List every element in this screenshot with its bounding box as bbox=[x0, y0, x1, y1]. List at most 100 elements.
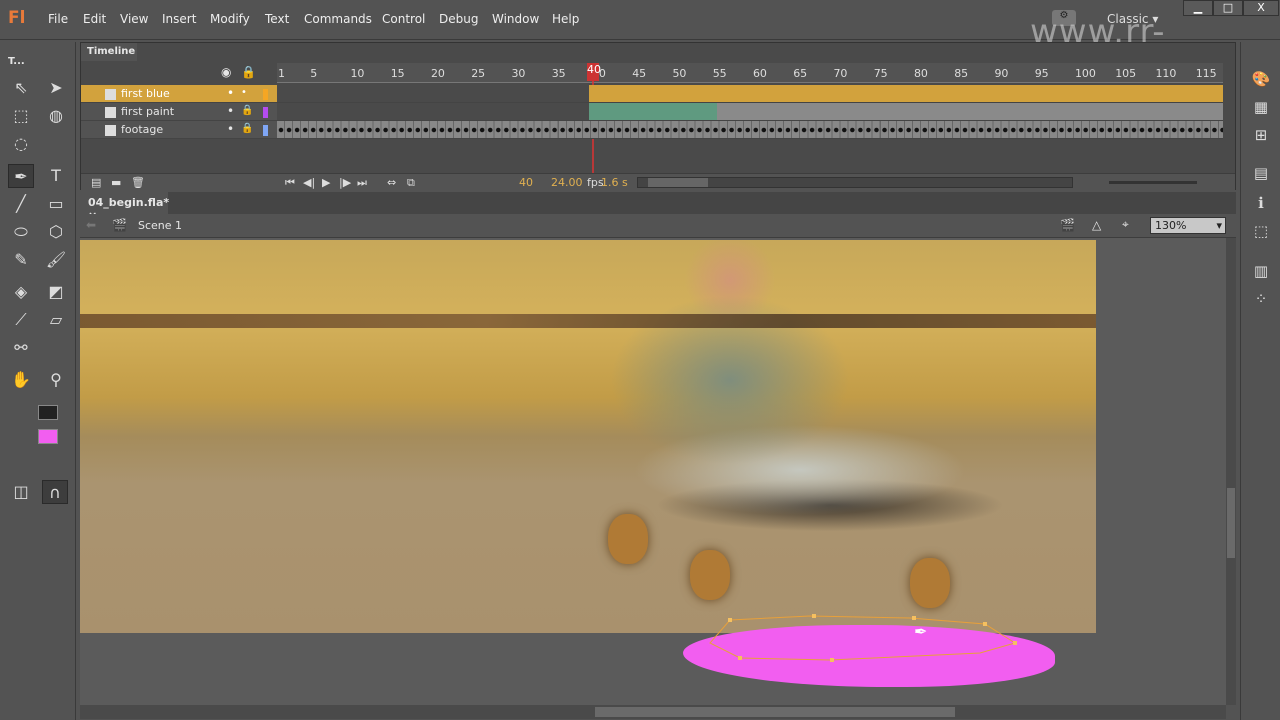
ruler-tick: 65 bbox=[793, 67, 808, 80]
lasso-tool-icon[interactable]: ◌ bbox=[8, 132, 34, 156]
menu-debug[interactable]: Debug bbox=[439, 12, 478, 26]
eraser-tool-icon[interactable]: ▱ bbox=[43, 308, 69, 332]
pen-path[interactable] bbox=[680, 608, 1080, 668]
snap-to-objects-icon[interactable]: ∩ bbox=[42, 480, 68, 504]
frame-size-slider[interactable] bbox=[1109, 181, 1197, 184]
menu-window[interactable]: Window bbox=[492, 12, 539, 26]
stage-vscroll[interactable] bbox=[1226, 238, 1236, 705]
pen-tool-icon[interactable]: ✒ bbox=[8, 164, 34, 188]
visibility-dot[interactable]: • bbox=[227, 86, 234, 100]
menu-file[interactable]: File bbox=[48, 12, 68, 26]
frame-ruler[interactable]: 1510152025303540455055606570758085909510… bbox=[277, 63, 1223, 83]
edit-scene-icon[interactable]: 🎬 bbox=[1060, 218, 1075, 232]
ink-bottle-tool-icon[interactable]: ◩ bbox=[43, 280, 69, 304]
layer-frames[interactable] bbox=[277, 85, 1223, 103]
outline-color[interactable] bbox=[263, 89, 268, 100]
swatches-icon[interactable]: ⊞ bbox=[1251, 126, 1271, 144]
loop-icon[interactable]: ⇔ bbox=[387, 176, 396, 189]
hand-tool-icon[interactable]: ✋ bbox=[8, 368, 34, 392]
play-icon[interactable]: ▶ bbox=[322, 176, 330, 189]
library-icon[interactable]: ▦ bbox=[1251, 98, 1271, 116]
line-tool-icon[interactable]: ╱ bbox=[8, 192, 34, 216]
layer-row[interactable]: first blue • • bbox=[81, 85, 277, 103]
fill-color-swatch[interactable] bbox=[38, 429, 58, 444]
lock-icon[interactable]: 🔒 bbox=[241, 105, 253, 116]
right-panel-dock: 🎨 ▦ ⊞ ▤ ℹ ⬚ ▥ ⁘ bbox=[1240, 42, 1280, 720]
layer-row[interactable]: first paint • 🔒 bbox=[81, 103, 277, 121]
layer-name[interactable]: first paint bbox=[121, 105, 174, 118]
stage-area[interactable]: ✒ bbox=[80, 238, 1226, 705]
align-icon[interactable]: ▤ bbox=[1251, 164, 1271, 182]
menu-commands[interactable]: Commands bbox=[304, 12, 372, 26]
delete-icon[interactable]: 🗑 bbox=[131, 176, 145, 189]
layer-icon bbox=[105, 107, 116, 118]
skateboard-wheel bbox=[690, 550, 730, 600]
layer-row[interactable]: footage • 🔒 bbox=[81, 121, 277, 139]
lock-icon[interactable]: 🔒 bbox=[241, 65, 256, 79]
zoom-select[interactable]: 130% ▾ bbox=[1150, 217, 1226, 234]
lock-icon[interactable]: 🔒 bbox=[241, 123, 253, 134]
polystar-tool-icon[interactable]: ⬡ bbox=[43, 220, 69, 244]
ruler-tick: 75 bbox=[873, 67, 888, 80]
timeline-tab[interactable]: Timeline bbox=[81, 43, 137, 61]
visibility-dot[interactable]: • bbox=[227, 122, 234, 136]
new-layer-icon[interactable]: ▤ bbox=[91, 176, 101, 189]
code-snippets-icon[interactable]: ▥ bbox=[1251, 262, 1271, 280]
zoom-tool-icon[interactable]: ⚲ bbox=[43, 368, 69, 392]
object-drawing-icon[interactable]: ◫ bbox=[8, 480, 34, 504]
transform-icon[interactable]: ⬚ bbox=[1251, 222, 1271, 240]
brush-tool-icon[interactable]: 🖌 bbox=[43, 248, 69, 272]
frame-rate[interactable]: 24.00 bbox=[551, 176, 583, 189]
pencil-tool-icon[interactable]: ✎ bbox=[8, 248, 34, 272]
outline-color[interactable] bbox=[263, 107, 268, 118]
bone-tool-icon[interactable]: ⚯ bbox=[8, 336, 34, 360]
lock-icon[interactable]: • bbox=[241, 87, 247, 98]
3d-rotation-tool-icon[interactable]: ◍ bbox=[43, 104, 69, 128]
current-frame[interactable]: 40 bbox=[519, 176, 533, 189]
menu-view[interactable]: View bbox=[120, 12, 148, 26]
oval-tool-icon[interactable]: ⬭ bbox=[8, 220, 34, 244]
outline-color[interactable] bbox=[263, 125, 268, 136]
layer-frames[interactable] bbox=[277, 103, 1223, 121]
ruler-tick: 35 bbox=[551, 67, 566, 80]
elapsed-time[interactable]: 1.6 s bbox=[601, 176, 628, 189]
layer-name[interactable]: footage bbox=[121, 123, 163, 136]
subselection-tool-icon[interactable]: ➤ bbox=[43, 76, 69, 100]
center-stage-icon[interactable]: ⌖ bbox=[1122, 217, 1129, 232]
visibility-dot[interactable]: • bbox=[227, 104, 234, 118]
back-arrow-icon[interactable]: ⬅ bbox=[86, 218, 96, 232]
menu-insert[interactable]: Insert bbox=[162, 12, 196, 26]
menu-edit[interactable]: Edit bbox=[83, 12, 106, 26]
scene-icon: 🎬 bbox=[112, 218, 127, 232]
stage-hscroll[interactable] bbox=[80, 705, 1226, 719]
playhead-marker[interactable]: 40 bbox=[587, 63, 601, 81]
selection-tool-icon[interactable]: ⇖ bbox=[8, 76, 34, 100]
motion-presets-icon[interactable]: ⁘ bbox=[1251, 290, 1271, 308]
go-to-last-icon[interactable]: ⏭ bbox=[357, 176, 367, 190]
layer-frames[interactable] bbox=[277, 121, 1223, 139]
eyedropper-tool-icon[interactable]: ⟋ bbox=[8, 308, 34, 332]
edit-symbols-icon[interactable]: △ bbox=[1092, 218, 1101, 232]
document-tab[interactable]: 04_begin.fla* × bbox=[80, 192, 169, 222]
menu-modify[interactable]: Modify bbox=[210, 12, 250, 26]
stroke-color-swatch[interactable] bbox=[38, 405, 58, 420]
step-back-icon[interactable]: ◀| bbox=[303, 176, 315, 189]
step-forward-icon[interactable]: |▶ bbox=[339, 176, 351, 189]
go-to-first-icon[interactable]: ⏮ bbox=[285, 176, 295, 190]
eye-icon[interactable]: ◉ bbox=[221, 65, 231, 79]
free-transform-tool-icon[interactable]: ⬚ bbox=[8, 104, 34, 128]
menu-control[interactable]: Control bbox=[382, 12, 425, 26]
menu-help[interactable]: Help bbox=[552, 12, 579, 26]
rectangle-tool-icon[interactable]: ▭ bbox=[43, 192, 69, 216]
color-palette-icon[interactable]: 🎨 bbox=[1251, 70, 1271, 88]
timeline-hscroll[interactable] bbox=[637, 177, 1073, 188]
onion-skin-icon[interactable]: ⧉ bbox=[407, 176, 415, 190]
ruler-tick: 1 bbox=[278, 67, 285, 80]
text-tool-icon[interactable]: T bbox=[43, 164, 69, 188]
scene-label[interactable]: Scene 1 bbox=[138, 219, 182, 232]
new-folder-icon[interactable]: ▬ bbox=[111, 176, 121, 189]
menu-text[interactable]: Text bbox=[265, 12, 289, 26]
info-icon[interactable]: ℹ bbox=[1251, 194, 1271, 212]
layer-name[interactable]: first blue bbox=[121, 87, 170, 100]
paint-bucket-tool-icon[interactable]: ◈ bbox=[8, 280, 34, 304]
